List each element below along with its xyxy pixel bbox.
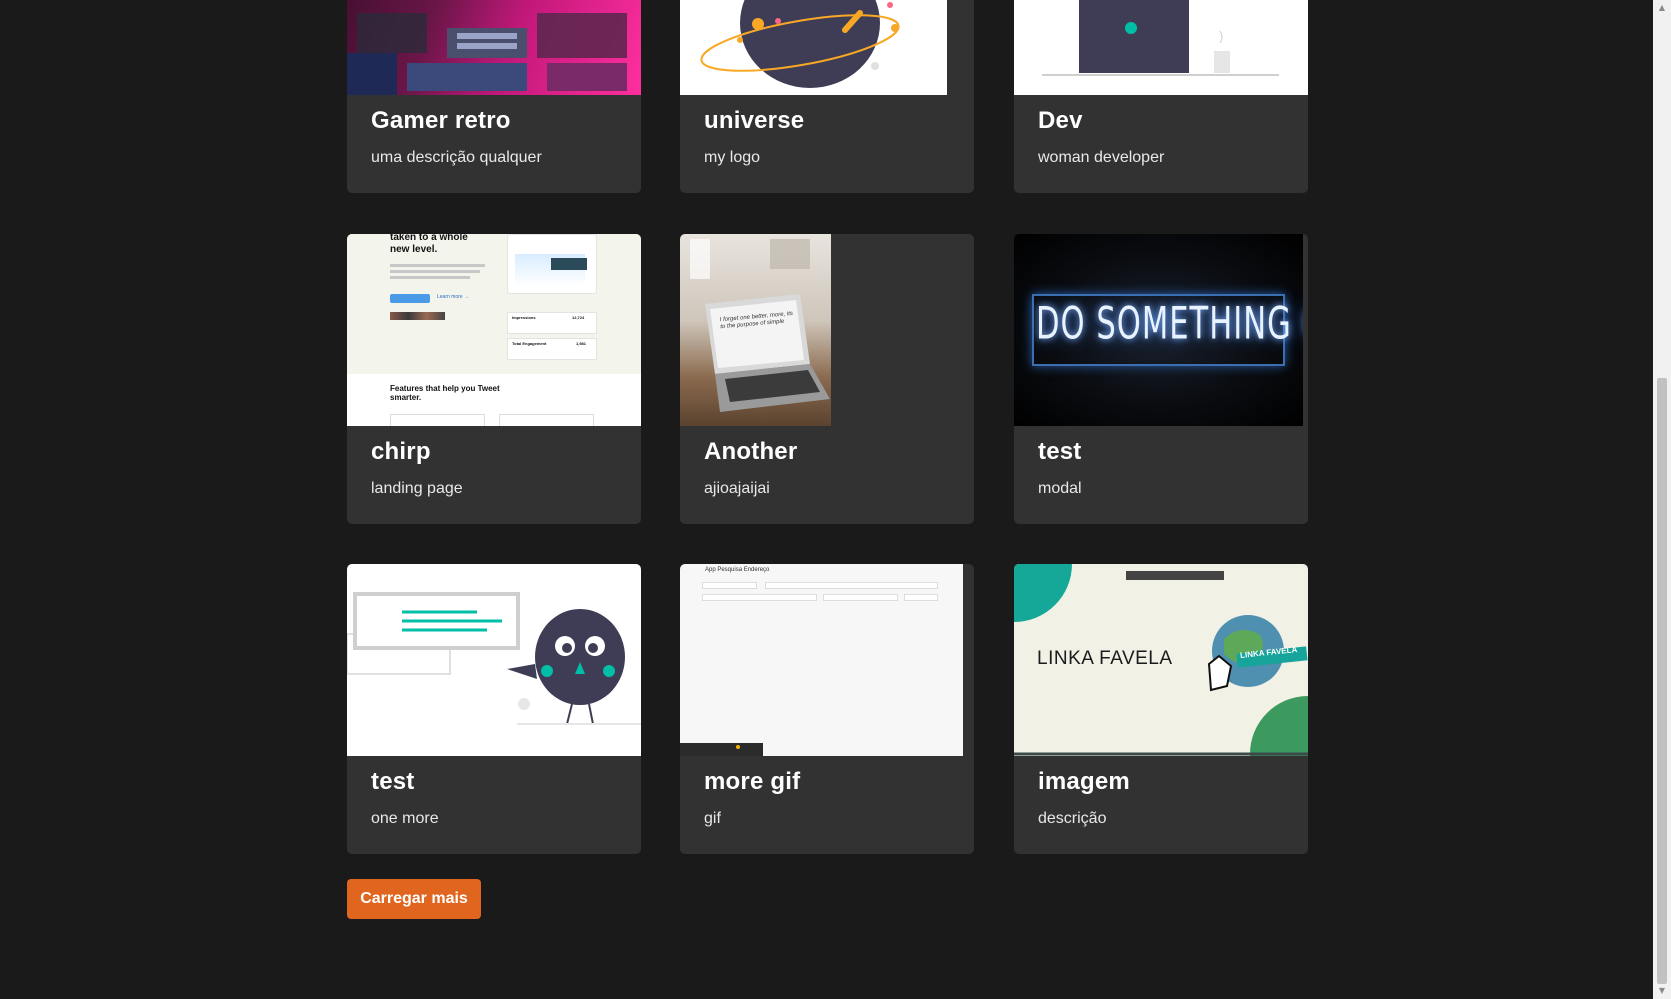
card-title: Dev [1038,107,1083,134]
bird-illustration [347,564,641,756]
linka-banner-text: LINKA FAVELA [1037,648,1173,669]
card-title: test [371,768,415,795]
scrollbar-thumb[interactable] [1657,378,1667,984]
card-title: test [1038,438,1082,465]
card-description: uma descrição qualquer [371,149,542,166]
card-title: imagem [1038,768,1130,795]
project-card[interactable]: universe my logo [680,0,974,193]
linka-favela-banner: LINKA FAVELA LINKA FAVELA [1014,564,1308,756]
chirp-stat-label: Impressions [512,315,536,320]
project-card[interactable]: DO SOMETHING GREAT test modal [1014,234,1308,524]
card-description: my logo [704,149,761,166]
gif-app-title: App Pesquisa Endereço [705,567,770,573]
chirp-stat-value: 12,724 [572,315,585,320]
card-title: Gamer retro [371,107,511,134]
card-title: universe [704,107,805,134]
retro-consoles-image [347,0,641,95]
address-app-screenshot: App Pesquisa Endereço [680,564,963,756]
project-card[interactable]: test one more [347,564,641,854]
vertical-scrollbar[interactable]: ▲ ▼ [1653,0,1671,999]
card-description: ajioajaijai [704,480,770,497]
project-card[interactable]: Dev woman developer [1014,0,1308,193]
chirp-features-heading: Features that help you Tweet smarter. [390,384,500,402]
neon-sign-text: DO SOMETHING GREAT [1036,298,1303,350]
neon-sign-photo: DO SOMETHING GREAT [1014,234,1303,426]
chirp-stat-value: 1,981 [576,341,587,346]
laptop-photo: I forget one better, more, its to the pu… [680,234,831,426]
card-title: chirp [371,438,431,465]
project-card[interactable]: taken to a whole new level. Learn more →… [347,234,641,524]
project-card[interactable]: App Pesquisa Endereço more gif gif [680,564,974,854]
chirp-landing-screenshot: taken to a whole new level. Learn more →… [347,234,641,426]
chirp-heading: taken to a whole new level. [390,234,468,255]
chirp-learn-more: Learn more → [437,294,469,300]
card-description: descrição [1038,810,1107,827]
chirp-stat-label: Total Engagement [512,341,547,346]
scroll-up-arrow-icon[interactable]: ▲ [1657,3,1667,13]
project-card[interactable]: I forget one better, more, its to the pu… [680,234,974,524]
project-card[interactable]: LINKA FAVELA LINKA FAVELA imagem descriç… [1014,564,1308,854]
card-title: more gif [704,768,801,795]
project-card[interactable]: Gamer retro uma descrição qualquer [347,0,641,193]
card-description: landing page [371,480,463,497]
card-description: modal [1038,480,1082,497]
universe-illustration [680,0,947,95]
card-description: one more [371,810,439,827]
load-more-button[interactable]: Carregar mais [347,879,481,919]
card-description: woman developer [1038,149,1165,166]
scroll-down-arrow-icon[interactable]: ▼ [1657,986,1667,996]
card-title: Another [704,438,798,465]
card-description: gif [704,810,721,827]
projects-page: Gamer retro uma descrição qualquer unive… [0,0,1653,999]
developer-illustration [1014,0,1308,95]
